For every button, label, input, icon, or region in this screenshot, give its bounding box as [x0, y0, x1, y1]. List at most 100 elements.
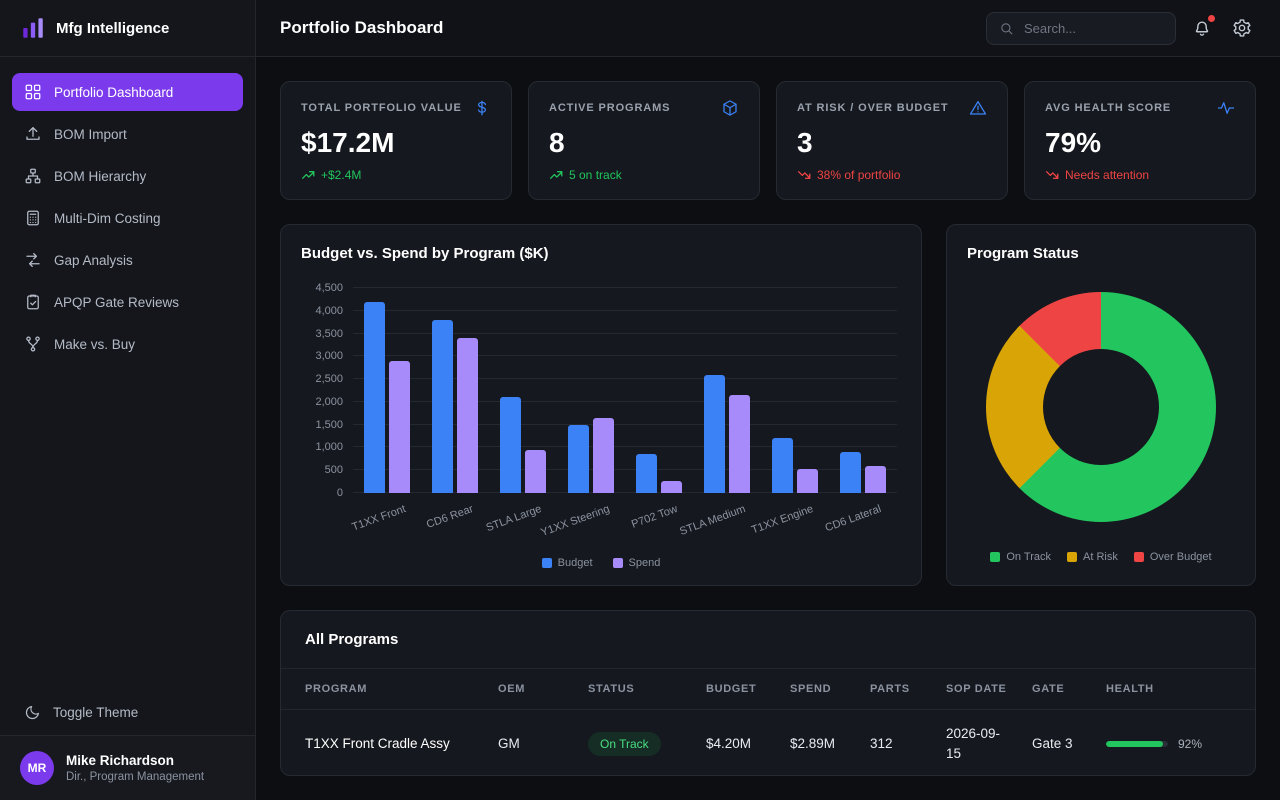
table-head: PROGRAMOEMSTATUSBUDGETSPENDPARTSSOP DATE… [281, 669, 1255, 710]
sidebar-bottom: Toggle Theme MR Mike Richardson Dir., Pr… [0, 690, 255, 800]
stat-delta-text: 38% of portfolio [817, 168, 900, 182]
sidebar-item-apqp-gate-reviews[interactable]: APQP Gate Reviews [12, 283, 243, 321]
spend-bar [865, 466, 886, 493]
status-legend-item-on-track: On Track [990, 551, 1051, 563]
sidebar-item-portfolio-dashboard[interactable]: Portfolio Dashboard [12, 73, 243, 111]
notification-dot [1208, 15, 1215, 22]
bar-chart-plot: 05001,0001,5002,0002,5003,0003,5004,0004… [353, 288, 897, 493]
trend-up-icon [301, 168, 315, 182]
x-axis-category-label: STLA Medium [678, 503, 747, 538]
sidebar-item-bom-hierarchy[interactable]: BOM Hierarchy [12, 157, 243, 195]
donut-wrap [967, 262, 1235, 551]
health-progress-fill [1106, 741, 1163, 747]
stat-delta: 38% of portfolio [797, 168, 987, 182]
x-axis-category-label: T1XX Engine [750, 503, 815, 536]
page-title: Portfolio Dashboard [280, 18, 443, 38]
status-legend-item-at-risk: At Risk [1067, 551, 1118, 563]
x-axis-category-label: STLA Large [484, 503, 543, 534]
budget-spend-bar-chart: 05001,0001,5002,0002,5003,0003,5004,0004… [301, 282, 901, 569]
program-status-donut [986, 292, 1216, 522]
y-axis-tick-label: 4,500 [315, 282, 343, 294]
donut-hole [1043, 349, 1159, 465]
budget-bar [568, 425, 589, 493]
budget-bar [840, 452, 861, 493]
app-logo: Mfg Intelligence [0, 0, 255, 57]
stat-delta-text: 5 on track [569, 168, 622, 182]
spend-bar [389, 361, 410, 493]
stat-label: TOTAL PORTFOLIO VALUE [301, 102, 462, 114]
legend-label: Spend [629, 557, 661, 569]
notifications-button[interactable] [1188, 14, 1216, 42]
sidebar-item-label: BOM Hierarchy [54, 169, 146, 184]
bar-group-stla-medium: STLA Medium [704, 288, 750, 493]
column-header-spend: SPEND [778, 669, 858, 710]
sidebar-item-label: APQP Gate Reviews [54, 295, 179, 310]
sidebar-nav: Portfolio Dashboard BOM Import BOM Hierarc… [0, 57, 255, 379]
stat-value: 8 [549, 127, 739, 159]
sidebar-item-gap-analysis[interactable]: Gap Analysis [12, 241, 243, 279]
swap-arrows-icon [24, 251, 42, 269]
settings-button[interactable] [1228, 14, 1256, 42]
avatar: MR [20, 751, 54, 785]
spend-bar [525, 450, 546, 493]
bar-group-cd6-rear: CD6 Rear [432, 288, 478, 493]
user-profile[interactable]: MR Mike Richardson Dir., Program Managem… [0, 735, 255, 800]
trend-down-icon [797, 168, 811, 182]
search-box[interactable] [986, 12, 1176, 45]
column-header-program: PROGRAM [281, 669, 486, 710]
bar-chart-logo-icon [20, 15, 46, 41]
stat-header: TOTAL PORTFOLIO VALUE [301, 99, 491, 117]
bar-group-p702-tow: P702 Tow [636, 288, 682, 493]
stat-cards: TOTAL PORTFOLIO VALUE$17.2M+$2.4MACTIVE … [280, 81, 1256, 200]
legend-swatch [542, 558, 552, 568]
trend-down-icon [1045, 168, 1059, 182]
donut-chart-title: Program Status [967, 245, 1235, 262]
upload-icon [24, 125, 42, 143]
cell-program: T1XX Front Cradle Assy [281, 710, 486, 777]
stat-value: $17.2M [301, 127, 491, 159]
charts-row: Budget vs. Spend by Program ($K) 05001,0… [280, 224, 1256, 586]
programs-table: PROGRAMOEMSTATUSBUDGETSPENDPARTSSOP DATE… [281, 669, 1255, 776]
cell-health: 92% [1094, 710, 1255, 777]
stat-value: 79% [1045, 127, 1235, 159]
stat-value: 3 [797, 127, 987, 159]
bar-group-y1xx-steering: Y1XX Steering [568, 288, 614, 493]
spend-bar [457, 338, 478, 493]
health-progress-track [1106, 741, 1168, 747]
budget-spend-chart-card: Budget vs. Spend by Program ($K) 05001,0… [280, 224, 922, 586]
column-header-parts: PARTS [858, 669, 934, 710]
x-axis-category-label: P702 Tow [630, 503, 679, 531]
legend-label: At Risk [1083, 551, 1118, 563]
stat-label: ACTIVE PROGRAMS [549, 102, 670, 114]
table-row[interactable]: T1XX Front Cradle AssyGMOn Track$4.20M$2… [281, 710, 1255, 777]
stat-card-active-programs: ACTIVE PROGRAMS 8 5 on track [528, 81, 760, 200]
y-axis-tick-label: 1,500 [315, 419, 343, 431]
donut-legend: On Track At Risk Over Budget [967, 551, 1235, 565]
search-input[interactable] [1022, 20, 1163, 37]
hierarchy-icon [24, 167, 42, 185]
legend-label: Over Budget [1150, 551, 1212, 563]
app-name: Mfg Intelligence [56, 20, 169, 37]
legend-swatch [990, 552, 1000, 562]
dashboard-content: TOTAL PORTFOLIO VALUE$17.2M+$2.4MACTIVE … [256, 57, 1280, 800]
top-header: Portfolio Dashboard [256, 0, 1280, 57]
sidebar-item-make-vs-buy[interactable]: Make vs. Buy [12, 325, 243, 363]
status-badge: On Track [588, 732, 661, 756]
all-programs-card: All Programs PROGRAMOEMSTATUSBUDGETSPEND… [280, 610, 1256, 776]
budget-bar [636, 454, 657, 493]
sidebar-item-bom-import[interactable]: BOM Import [12, 115, 243, 153]
status-legend-item-over-budget: Over Budget [1134, 551, 1212, 563]
sidebar-item-multi-dim-costing[interactable]: Multi-Dim Costing [12, 199, 243, 237]
table-title: All Programs [281, 611, 1255, 669]
y-axis-tick-label: 3,500 [315, 328, 343, 340]
bar-chart-legend: BudgetSpend [301, 557, 901, 569]
stat-header: ACTIVE PROGRAMS [549, 99, 739, 117]
theme-toggle-label: Toggle Theme [53, 705, 138, 720]
column-header-status: STATUS [576, 669, 694, 710]
sidebar-item-label: BOM Import [54, 127, 127, 142]
x-axis-category-label: Y1XX Steering [539, 503, 611, 539]
spend-bar [729, 395, 750, 493]
sidebar-item-label: Gap Analysis [54, 253, 133, 268]
theme-toggle[interactable]: Toggle Theme [0, 690, 255, 735]
user-name: Mike Richardson [66, 753, 204, 768]
